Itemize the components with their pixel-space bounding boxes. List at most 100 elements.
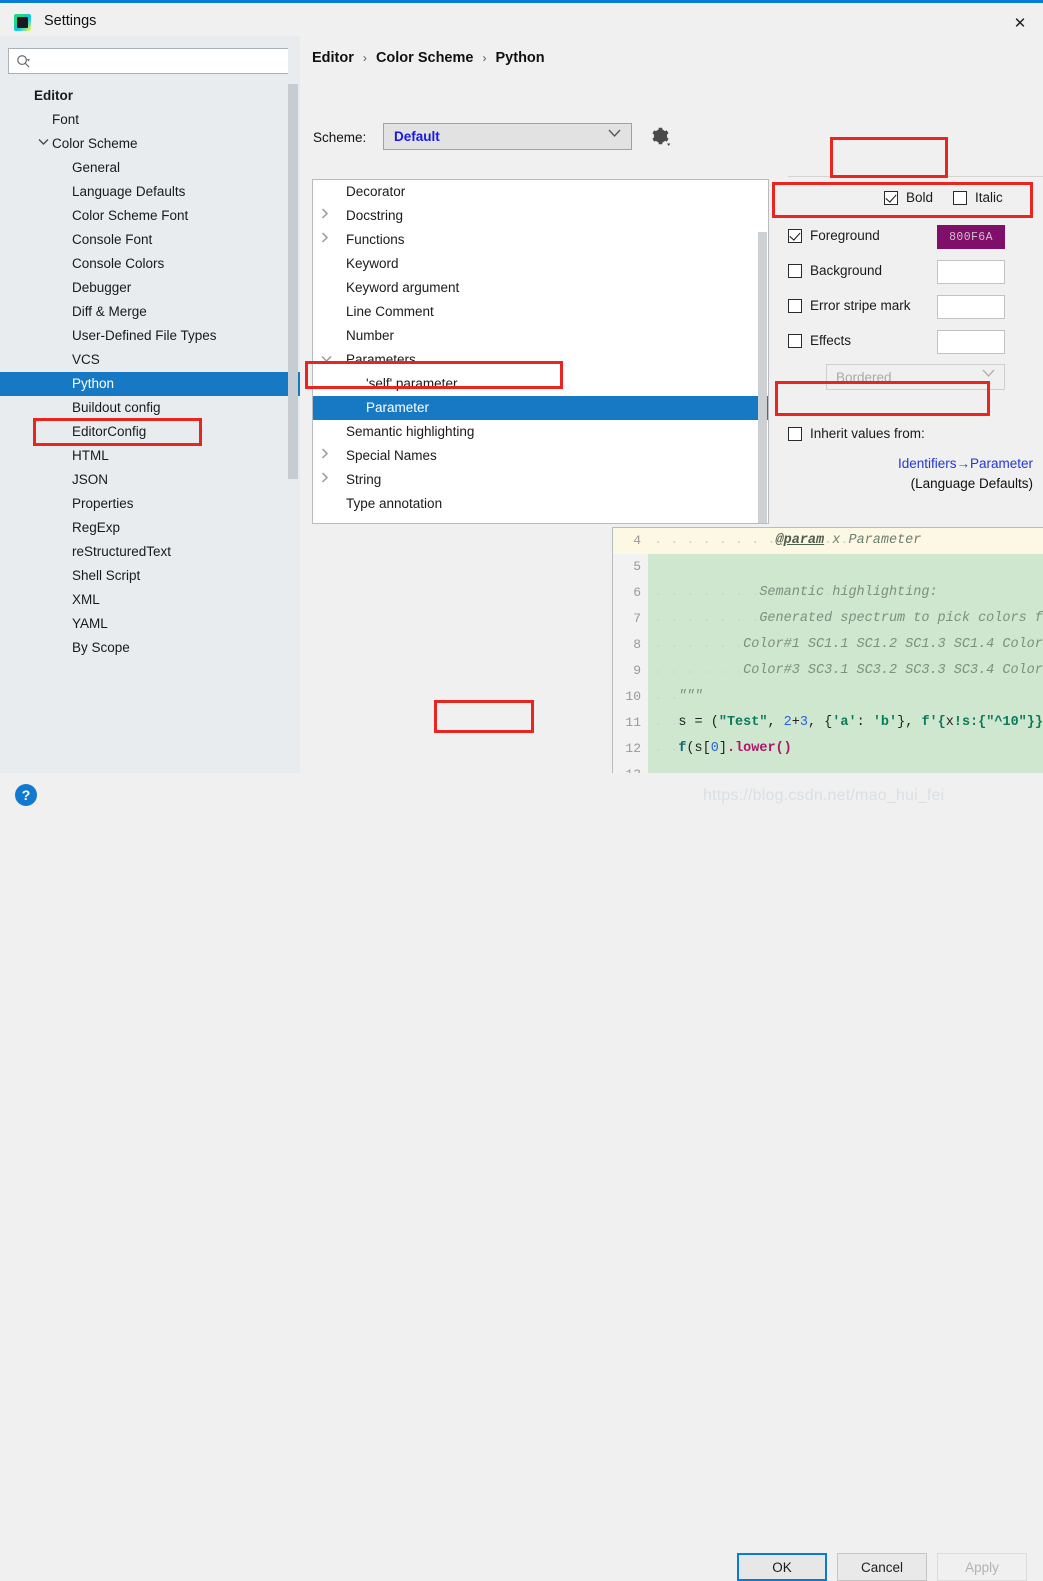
- code-line[interactable]: . .""": [648, 684, 1043, 710]
- italic-label: Italic: [975, 190, 1003, 205]
- code-preview[interactable]: 45678910111213 . . . . . . . .@param.x.P…: [612, 527, 1043, 791]
- error-stripe-checkbox-row[interactable]: Error stripe mark: [788, 298, 911, 313]
- sidebar-item-editor[interactable]: Editor: [0, 84, 300, 108]
- color-list-scrollbar-thumb[interactable]: [758, 232, 767, 524]
- chevron-right-icon[interactable]: [321, 444, 329, 468]
- code-line[interactable]: . .s = ("Test", 2+3, {'a': 'b'}, f'{x!s:…: [648, 710, 1043, 736]
- code-token: . . . . . .: [654, 637, 743, 652]
- sidebar-item-python[interactable]: Python: [0, 372, 300, 396]
- chevron-right-icon[interactable]: [321, 204, 329, 228]
- error-stripe-checkbox[interactable]: [788, 299, 802, 313]
- color-list-item-keyword-argument[interactable]: Keyword argument: [313, 276, 768, 300]
- search-input[interactable]: [37, 52, 289, 73]
- gear-icon[interactable]: [648, 124, 672, 148]
- breadcrumb-color-scheme[interactable]: Color Scheme: [376, 50, 474, 66]
- background-color-swatch[interactable]: [937, 260, 1005, 284]
- close-icon[interactable]: ✕: [997, 6, 1043, 39]
- inherit-checkbox[interactable]: [788, 427, 802, 441]
- code-token: ,: [767, 715, 783, 730]
- sidebar-item-font[interactable]: Font: [0, 108, 300, 132]
- sidebar-item-regexp[interactable]: RegExp: [0, 516, 300, 540]
- code-line[interactable]: . . . . . . .Generated spectrum to pick …: [648, 606, 1043, 632]
- dialog-footer: ? OK Cancel Apply: [0, 773, 1043, 818]
- color-settings-list[interactable]: DecoratorDocstringFunctionsKeywordKeywor…: [312, 179, 769, 524]
- color-list-item-keyword[interactable]: Keyword: [313, 252, 768, 276]
- color-list-item-parameters[interactable]: Parameters: [313, 348, 768, 372]
- bold-checkbox[interactable]: [884, 191, 898, 205]
- italic-checkbox-row[interactable]: Italic: [953, 190, 1003, 205]
- code-line[interactable]: . . . . . .Color#1 SC1.1 SC1.2 SC1.3 SC1…: [648, 632, 1043, 658]
- effects-color-swatch[interactable]: [937, 330, 1005, 354]
- chevron-right-icon[interactable]: [321, 228, 329, 252]
- color-list-item-label: Semantic highlighting: [313, 420, 474, 444]
- line-number: 6: [613, 580, 648, 606]
- color-list-item-functions[interactable]: Functions: [313, 228, 768, 252]
- sidebar-item-vcs[interactable]: VCS: [0, 348, 300, 372]
- italic-checkbox[interactable]: [953, 191, 967, 205]
- color-list-item-special-names[interactable]: Special Names: [313, 444, 768, 468]
- inherit-source-link[interactable]: Identifiers→Parameter: [778, 456, 1033, 471]
- sidebar-item-label: Color Scheme Font: [0, 204, 188, 228]
- color-list-item-string[interactable]: String: [313, 468, 768, 492]
- sidebar-scrollbar-thumb[interactable]: [288, 84, 298, 479]
- effects-checkbox[interactable]: [788, 334, 802, 348]
- code-line[interactable]: . . . . . . . .@param.x.Parameter: [648, 528, 1043, 554]
- chevron-down-icon[interactable]: [321, 348, 332, 372]
- sidebar-item-html[interactable]: HTML: [0, 444, 300, 468]
- sidebar-item-xml[interactable]: XML: [0, 588, 300, 612]
- chevron-right-icon[interactable]: [321, 468, 329, 492]
- foreground-checkbox-row[interactable]: Foreground: [788, 228, 880, 243]
- color-list-item-line-comment[interactable]: Line Comment: [313, 300, 768, 324]
- color-list-item-number[interactable]: Number: [313, 324, 768, 348]
- breadcrumb-python[interactable]: Python: [496, 50, 545, 66]
- color-list-item-type-annotation[interactable]: Type annotation: [313, 492, 768, 516]
- sidebar-item-diff-merge[interactable]: Diff & Merge: [0, 300, 300, 324]
- color-list-item-label: Type annotation: [313, 492, 442, 516]
- bold-checkbox-row[interactable]: Bold: [884, 190, 933, 205]
- code-line[interactable]: . . . . . . .Semantic.highlighting:: [648, 580, 1043, 606]
- sidebar-item-color-scheme[interactable]: Color Scheme: [0, 132, 300, 156]
- sidebar-item-general[interactable]: General: [0, 156, 300, 180]
- foreground-color-swatch[interactable]: 800F6A: [937, 225, 1005, 249]
- foreground-checkbox[interactable]: [788, 229, 802, 243]
- sidebar-item-by-scope[interactable]: By Scope: [0, 636, 300, 660]
- background-checkbox[interactable]: [788, 264, 802, 278]
- code-line[interactable]: . . . . . .Color#3 SC3.1 SC3.2 SC3.3 SC3…: [648, 658, 1043, 684]
- code-token: 2: [784, 715, 792, 730]
- sidebar-item-json[interactable]: JSON: [0, 468, 300, 492]
- sidebar-item-properties[interactable]: Properties: [0, 492, 300, 516]
- color-list-item-docstring[interactable]: Docstring: [313, 204, 768, 228]
- cancel-button[interactable]: Cancel: [837, 1553, 927, 1581]
- sidebar-tree[interactable]: EditorFontColor SchemeGeneralLanguage De…: [0, 84, 300, 773]
- help-icon[interactable]: ?: [15, 784, 37, 806]
- sidebar-item-language-defaults[interactable]: Language Defaults: [0, 180, 300, 204]
- color-list-item-self-parameter[interactable]: 'self' parameter: [313, 372, 768, 396]
- sidebar-item-buildout-config[interactable]: Buildout config: [0, 396, 300, 420]
- sidebar-item-shell-script[interactable]: Shell Script: [0, 564, 300, 588]
- color-list-item-parameter[interactable]: Parameter: [313, 396, 768, 420]
- sidebar-item-editorconfig[interactable]: EditorConfig: [0, 420, 300, 444]
- search-box[interactable]: [8, 48, 292, 74]
- sidebar-item-console-font[interactable]: Console Font: [0, 228, 300, 252]
- effects-checkbox-row[interactable]: Effects: [788, 333, 851, 348]
- breadcrumb-editor[interactable]: Editor: [312, 50, 354, 66]
- sidebar-item-restructuredtext[interactable]: reStructuredText: [0, 540, 300, 564]
- scheme-dropdown[interactable]: Default: [383, 123, 632, 150]
- background-checkbox-row[interactable]: Background: [788, 263, 882, 278]
- preview-code[interactable]: . . . . . . . .@param.x.Parameter . . . .…: [648, 528, 1043, 790]
- inherit-checkbox-row[interactable]: Inherit values from:: [788, 426, 925, 441]
- chevron-down-icon[interactable]: [38, 132, 50, 156]
- sidebar-item-debugger[interactable]: Debugger: [0, 276, 300, 300]
- sidebar-item-console-colors[interactable]: Console Colors: [0, 252, 300, 276]
- apply-button[interactable]: Apply: [937, 1553, 1027, 1581]
- color-list-item-semantic-highlighting[interactable]: Semantic highlighting: [313, 420, 768, 444]
- error-stripe-color-swatch[interactable]: [937, 295, 1005, 319]
- sidebar-item-user-defined-file-types[interactable]: User-Defined File Types: [0, 324, 300, 348]
- code-line[interactable]: [648, 554, 1043, 580]
- sidebar-item-yaml[interactable]: YAML: [0, 612, 300, 636]
- ok-button[interactable]: OK: [737, 1553, 827, 1581]
- sidebar-item-color-scheme-font[interactable]: Color Scheme Font: [0, 204, 300, 228]
- color-list-item-decorator[interactable]: Decorator: [313, 180, 768, 204]
- effects-type-dropdown[interactable]: Bordered: [826, 364, 1005, 390]
- code-line[interactable]: . .f(s[0].lower(): [648, 736, 1043, 762]
